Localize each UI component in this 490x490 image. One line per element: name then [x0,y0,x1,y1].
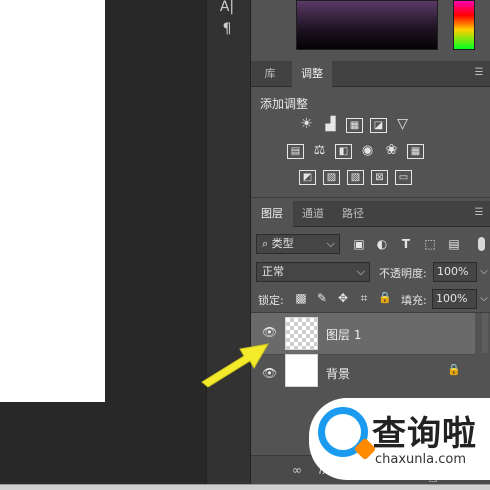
status-bar [0,484,490,490]
link-layers-icon[interactable]: ∞ [289,462,305,478]
black-white-icon[interactable]: ◧ [335,144,352,159]
panel-icon-strip [206,0,250,490]
chevron-down-icon: ⌵ [356,265,365,278]
opacity-label: 不透明度: [379,267,427,280]
opacity-value: 100% [437,265,469,278]
curves-icon[interactable]: ▦ [346,118,363,133]
gradient-map-icon[interactable]: ▭ [395,170,412,185]
invert-icon[interactable]: ◩ [299,170,316,185]
selective-color-icon[interactable]: ⊠ [371,170,388,185]
lock-all-icon[interactable]: 🔒 [377,290,393,306]
color-lookup-icon[interactable]: ▦ [407,144,424,159]
exposure-icon[interactable]: ◪ [370,118,387,133]
levels-icon[interactable]: ▟ [322,118,339,133]
fill-label: 填充: [401,294,427,307]
adjustment-filter-icon[interactable]: ◐ [374,236,390,252]
add-adjustment-title: 添加调整 [260,97,309,111]
layer-filter-label: 类型 [271,237,294,250]
channel-mixer-icon[interactable]: ❀ [383,143,400,159]
layers-scrollbar[interactable] [482,313,488,353]
smart-object-filter-icon[interactable]: ▤ [446,236,462,252]
document-canvas[interactable] [0,0,105,402]
layer-name[interactable]: 图层 1 [326,326,361,343]
layer-thumbnail [285,317,318,350]
threshold-icon[interactable]: ▧ [347,170,364,185]
pixel-filter-icon[interactable]: ▣ [351,236,367,252]
hue-saturation-icon[interactable]: ▤ [287,144,304,159]
search-icon: ⌕ [262,237,269,250]
fill-dropdown-icon[interactable]: ⌵ [478,289,490,309]
blend-mode-value: 正常 [262,265,284,278]
fill-field[interactable]: 100% [432,289,477,309]
lock-pixels-icon[interactable]: ✎ [314,290,330,306]
layer-name[interactable]: 背景 [326,365,350,382]
annotation-arrow-icon [201,343,269,388]
posterize-icon[interactable]: ▨ [323,170,340,185]
tab-paths[interactable]: 路径 [336,201,370,227]
panel-menu-icon[interactable]: ☰ [472,68,486,78]
lock-position-icon[interactable]: ✥ [335,290,351,306]
hue-slider[interactable] [453,0,475,50]
shape-filter-icon[interactable]: ⬚ [422,236,438,252]
type-filter-icon[interactable]: T [398,236,414,252]
layer-thumbnail [285,354,318,387]
watermark-name: 查询啦 [372,414,477,454]
fill-value: 100% [436,292,468,305]
character-panel-icon[interactable]: A| [212,0,242,17]
vibrance-icon[interactable]: ▽ [394,117,411,133]
tab-adjustments[interactable]: 调整 [292,61,332,87]
filter-toggle-switch[interactable] [478,237,485,251]
opacity-field[interactable]: 100% [433,262,477,282]
panel-divider [251,197,490,198]
color-picker-field[interactable] [296,0,438,50]
layer-lock-icon: 🔒 [447,363,461,376]
color-balance-icon[interactable]: ⚖ [311,144,328,159]
lock-transparent-icon[interactable]: ▩ [293,290,309,306]
paragraph-panel-icon[interactable]: ¶ [212,19,242,39]
tab-library[interactable]: 库 [251,61,289,87]
layer-filter-select[interactable]: ⌕ 类型 ⌵ [256,234,340,254]
lock-label: 锁定: [258,294,284,307]
tab-layers[interactable]: 图层 [251,201,293,227]
brightness-contrast-icon[interactable]: ☀ [298,117,315,133]
photo-filter-icon[interactable]: ◉ [359,144,376,159]
layers-panel-menu-icon[interactable]: ☰ [472,208,486,218]
opacity-dropdown-icon[interactable]: ⌵ [478,262,490,282]
watermark-url: chaxunla.com [375,452,466,467]
lock-artboard-icon[interactable]: ⌗ [356,290,372,306]
blend-mode-select[interactable]: 正常 ⌵ [256,262,370,282]
chevron-down-icon: ⌵ [326,237,335,250]
tab-channels[interactable]: 通道 [296,201,330,227]
